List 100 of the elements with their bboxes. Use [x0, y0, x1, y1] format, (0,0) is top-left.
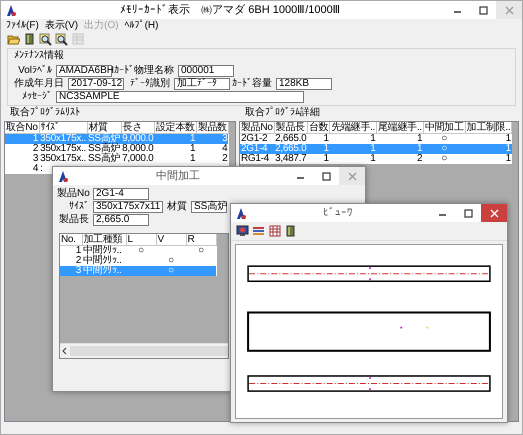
column-header[interactable]: 尾端継手..	[376, 122, 424, 134]
window-title: ﾒﾓﾘｰｶｰﾄﾞ表示 ㈱アマダ 6BH 1000Ⅲ/1000Ⅲ	[119, 4, 342, 16]
table-cell[interactable]: 4	[196, 144, 228, 154]
table-cell[interactable]: 2,665.0	[274, 134, 308, 144]
toolbar-button[interactable]	[38, 32, 53, 46]
table-cell[interactable]: 2	[5, 144, 40, 154]
field-label: 製品No	[57, 188, 91, 200]
table-cell[interactable]: 4	[5, 164, 40, 174]
app-icon	[5, 4, 17, 16]
column-header[interactable]: 製品No	[240, 122, 274, 134]
field-label: 作成年月日	[14, 78, 65, 90]
column-header[interactable]: 加工制限..	[465, 122, 512, 134]
table-cell[interactable]: 2	[60, 256, 82, 266]
table-cell[interactable]: 350x175x..	[39, 154, 88, 164]
table-cell[interactable]: 中間ｸﾘｯ..	[82, 246, 126, 256]
group-title: ﾒﾝﾃﾅﾝｽ情報	[14, 50, 65, 63]
list-title: 取合ﾌﾟﾛｸﾞﾗﾑ詳細	[244, 106, 321, 120]
toolbar-button[interactable]	[235, 224, 250, 238]
magnifier-icon	[55, 32, 68, 46]
close-icon	[348, 172, 356, 180]
table-cell[interactable]: ○	[156, 256, 186, 266]
folder-icon	[7, 34, 20, 44]
table-cell[interactable]: 中間ｸﾘｯ..	[82, 256, 126, 266]
window-title: 中間加工	[155, 170, 201, 182]
text-field[interactable]: AMADA6BH	[56, 65, 112, 77]
field-label: ｶｰﾄﾞ物理名称	[114, 65, 175, 77]
field-label: ｶｰﾄﾞ容量	[232, 78, 273, 90]
text-field[interactable]: 2017-09-12	[68, 78, 124, 90]
maximize-icon	[322, 172, 330, 180]
field-label: ｻｲｽﾞ	[68, 201, 90, 213]
table-cell[interactable]: 1	[330, 154, 377, 164]
text-field[interactable]: NC3SAMPLE	[56, 91, 304, 103]
grid-icon	[268, 225, 280, 237]
column-header[interactable]: L	[126, 234, 156, 246]
column-header[interactable]: 製品長	[274, 122, 308, 134]
text-field[interactable]: 350x175x7x11	[93, 201, 163, 213]
toolbar-button[interactable]	[267, 224, 282, 238]
menu-item[interactable]: 表示(V)	[44, 20, 78, 32]
column-header[interactable]: 台数	[307, 122, 330, 134]
table-cell[interactable]: SS高炉	[87, 154, 122, 164]
text-field[interactable]: SS高炉	[191, 201, 227, 213]
toolbar-button[interactable]	[54, 32, 69, 46]
maximize-icon	[478, 6, 488, 14]
table-cell[interactable]: ○	[126, 246, 156, 256]
app-icon	[57, 170, 69, 182]
menu-item[interactable]: ﾌｧｲﾙ(F)	[6, 20, 39, 32]
text-field[interactable]: 2G1-4	[93, 188, 149, 200]
monitor-icon	[236, 225, 249, 237]
table-cell[interactable]: 2	[196, 154, 228, 164]
text-field[interactable]: 000001	[178, 65, 234, 77]
field-label: 製品長	[58, 214, 90, 226]
app-icon	[235, 206, 247, 220]
column-header[interactable]: No.	[60, 234, 82, 246]
table-cell[interactable]: 1	[154, 154, 196, 164]
table-cell[interactable]: 3	[5, 154, 40, 164]
table-cell[interactable]: ○	[423, 154, 466, 164]
menu-item[interactable]: ﾍﾙﾌﾟ(H)	[124, 20, 158, 32]
text-field[interactable]: 2,665.0	[93, 214, 149, 226]
column-header[interactable]: ｻｲｽﾞ	[39, 122, 88, 134]
table-cell[interactable]: 1	[307, 154, 330, 164]
magnifier-icon	[39, 32, 52, 46]
table-cell[interactable]: 2	[376, 154, 424, 164]
close-icon	[490, 208, 498, 218]
table-cell[interactable]: 350x175x..	[39, 144, 88, 154]
table-cell[interactable]: 1	[330, 134, 377, 144]
table-cell[interactable]: ○	[423, 134, 466, 144]
table-cell[interactable]: 1	[465, 154, 512, 164]
table-cell[interactable]: 2G1-2	[240, 134, 274, 144]
window-title: ﾋﾞｭｰﾜ	[322, 207, 354, 219]
column-header[interactable]: 中間加工	[423, 122, 466, 134]
table-cell[interactable]: SS高炉	[87, 144, 122, 154]
column-header[interactable]: 材質	[87, 122, 122, 134]
table-cell[interactable]: ○	[186, 246, 216, 256]
table-cell[interactable]: 1	[376, 134, 424, 144]
field-label: ﾃﾞｰﾀ識別	[129, 78, 171, 90]
table-cell[interactable]: 1	[307, 134, 330, 144]
table-cell[interactable]: 1	[60, 246, 82, 256]
column-header[interactable]: 製品数	[196, 122, 228, 134]
column-header[interactable]: R	[186, 234, 216, 246]
table-cell[interactable]: 1	[154, 144, 196, 154]
column-header[interactable]: 先端継手..	[330, 122, 377, 134]
table-cell[interactable]: 3,487.7	[274, 154, 308, 164]
list-title: 取合ﾌﾟﾛｸﾞﾗﾑﾘｽﾄ	[9, 106, 81, 120]
table-cell[interactable]: :	[39, 164, 88, 174]
table-cell[interactable]: RG1-4	[240, 154, 274, 164]
table-cell[interactable]: 7,000.0	[121, 154, 154, 164]
text-field[interactable]: 加工ﾃﾞｰﾀ	[174, 78, 230, 90]
column-header[interactable]: 取合No	[5, 122, 40, 134]
table-cell[interactable]: 1	[465, 134, 512, 144]
book-icon	[25, 33, 34, 45]
table-cell[interactable]: 8,000.0	[121, 144, 154, 154]
column-header[interactable]: 長さ	[121, 122, 154, 134]
book-icon	[286, 225, 295, 237]
column-header[interactable]: 加工種類	[82, 234, 126, 246]
column-header[interactable]: V	[156, 234, 186, 246]
field-label: Volﾗﾍﾞﾙ	[17, 65, 53, 77]
scroll-bar[interactable]	[60, 343, 228, 358]
close-button[interactable]	[481, 204, 507, 222]
text-field[interactable]: 128KB	[276, 78, 332, 90]
maximize-icon	[464, 208, 472, 218]
